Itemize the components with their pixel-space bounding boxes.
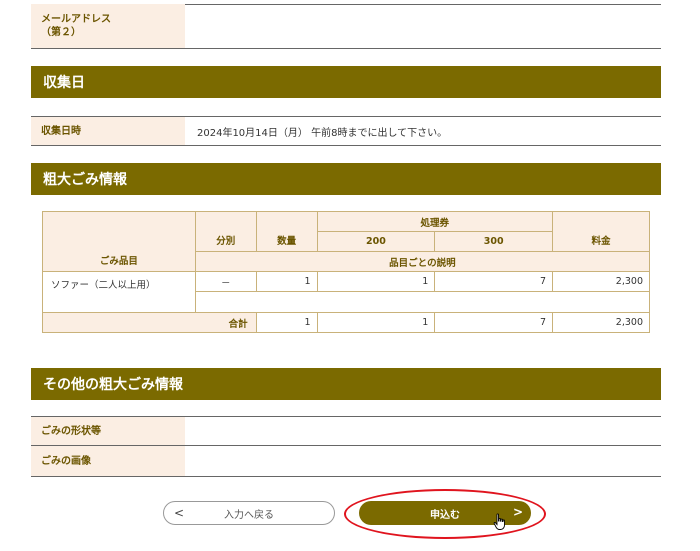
row-item: ソファー（二人以上用） [42,271,196,313]
chevron-right-icon: > [512,505,523,519]
bulky-items-table: ごみ品目 分別 数量 処理券 料金 200 300 品目ごとの説明 ソファー（二… [42,211,651,333]
header-fee: 料金 [552,211,650,252]
other-section-title: その他の粗大ごみ情報 [43,377,183,393]
shape-row: ごみの形状等 [31,416,661,446]
total-label: 合計 [42,312,257,333]
collection-section-header: 収集日 [31,66,661,98]
collection-row: 収集日時 2024年10月14日（月） 午前8時までに出して下さい。 [31,116,661,146]
image-label: ごみの画像 [31,446,185,476]
bulky-section-title: 粗大ごみ情報 [43,172,127,188]
email2-row: メールアドレス （第２） [31,4,661,49]
header-ticket: 処理券 [316,211,554,232]
image-row: ごみの画像 [31,446,661,477]
back-to-input-button[interactable]: < 入力へ戻る [163,501,335,525]
hand-pointer-icon [493,513,505,530]
header-description: 品目ごとの説明 [194,251,651,272]
apply-button-label: 申込む [430,509,460,521]
other-section-header: その他の粗大ごみ情報 [31,368,661,400]
total-ticket-200: 1 [316,312,436,333]
chevron-left-icon: < [174,506,185,520]
total-fee: 2,300 [552,312,650,333]
back-button-label: 入力へ戻る [224,509,274,521]
row-category: － [194,271,257,292]
header-category: 分別 [194,211,257,252]
image-value [185,446,661,476]
collection-label: 収集日時 [31,117,185,145]
table-row: ソファー（二人以上用） － 1 1 7 2,300 [42,271,650,313]
row-ticket-300: 7 [434,271,554,292]
total-ticket-300: 7 [434,312,554,333]
header-item: ごみ品目 [42,211,196,272]
shape-label: ごみの形状等 [31,417,185,445]
header-ticket-300: 300 [434,231,554,252]
row-fee: 2,300 [552,271,650,292]
email2-value [185,4,661,48]
total-row: 合計 1 1 7 2,300 [42,312,650,333]
total-quantity: 1 [255,312,318,333]
row-quantity: 1 [255,271,318,292]
header-quantity: 数量 [255,211,318,252]
shape-value [185,417,661,445]
header-ticket-200: 200 [316,231,436,252]
row-ticket-200: 1 [316,271,436,292]
collection-value: 2024年10月14日（月） 午前8時までに出して下さい。 [197,127,448,139]
row-description [194,291,651,313]
email2-label: メールアドレス （第２） [31,4,185,48]
bulky-section-header: 粗大ごみ情報 [31,163,661,195]
collection-section-title: 収集日 [43,75,85,91]
